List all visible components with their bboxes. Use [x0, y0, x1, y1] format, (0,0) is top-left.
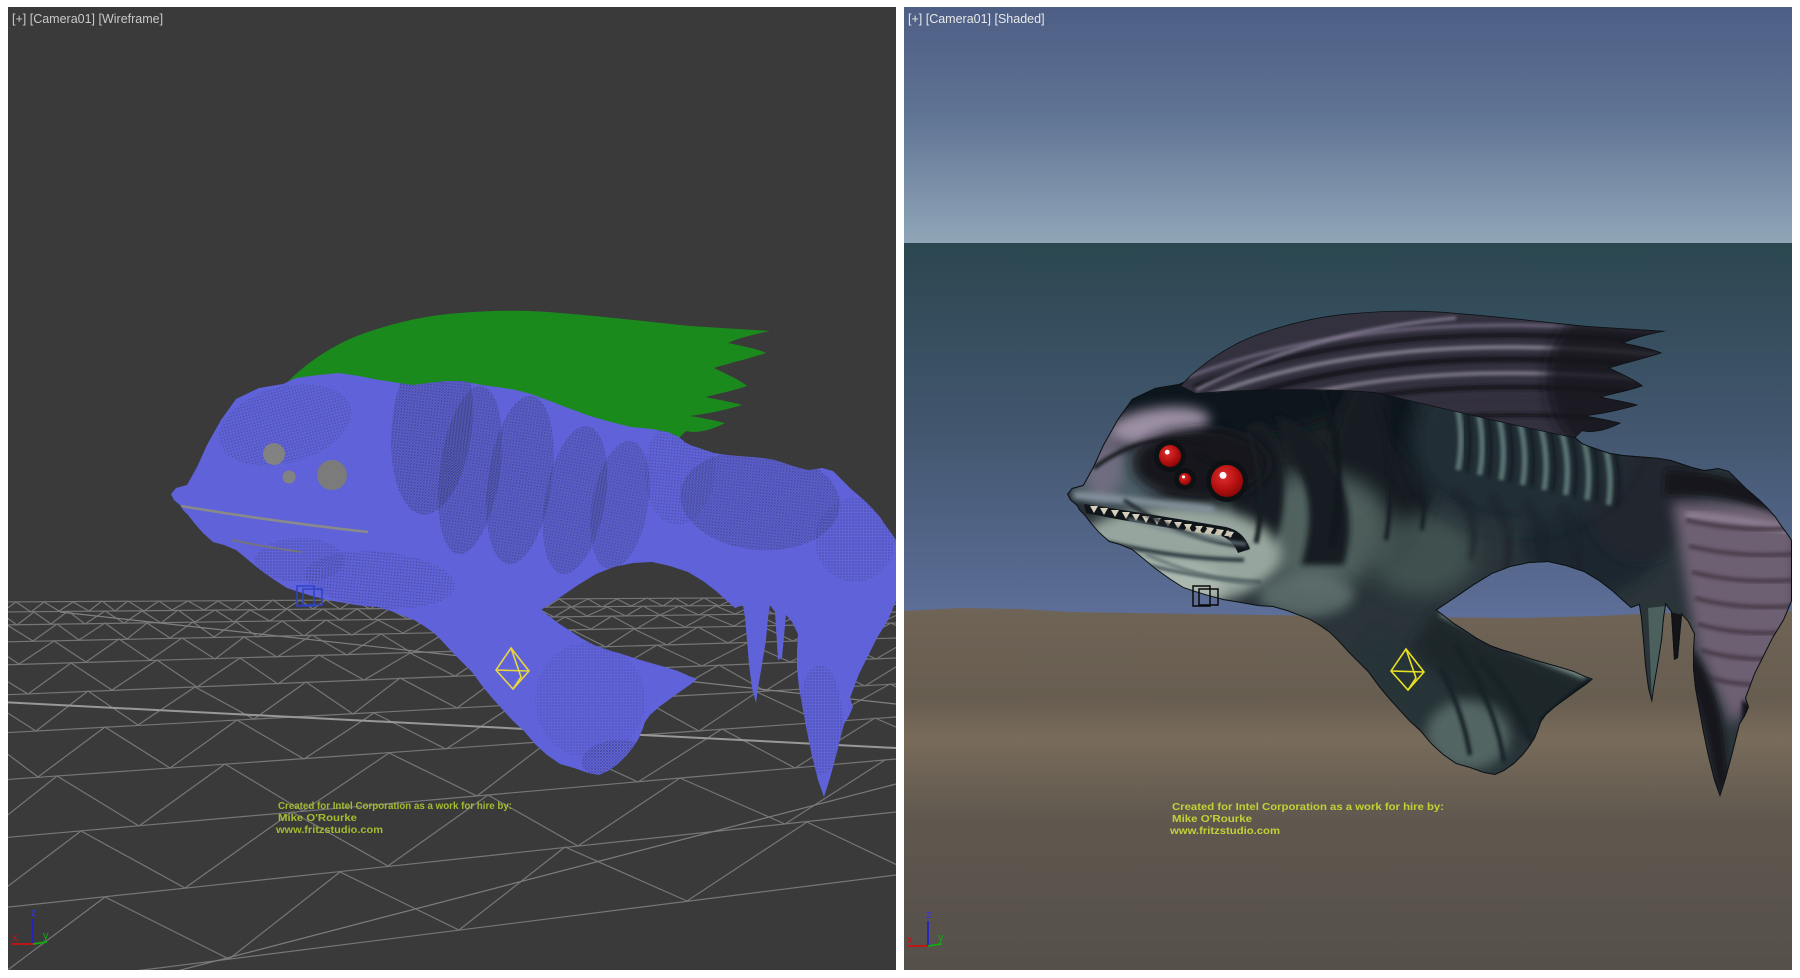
- svg-text:x: x: [12, 932, 18, 944]
- svg-text:[+] [Camera01] [Shaded]: [+] [Camera01] [Shaded]: [908, 12, 1045, 26]
- svg-text:z: z: [31, 907, 37, 919]
- svg-text:z: z: [926, 909, 932, 921]
- svg-text:www.fritzstudio.com: www.fritzstudio.com: [275, 825, 383, 836]
- svg-text:[+] [Camera01] [Wireframe]: [+] [Camera01] [Wireframe]: [12, 12, 163, 26]
- svg-text:www.fritzstudio.com: www.fritzstudio.com: [1169, 826, 1280, 837]
- svg-text:y: y: [938, 932, 944, 944]
- svg-text:y: y: [43, 930, 49, 942]
- svg-text:x: x: [907, 934, 913, 946]
- svg-text:Created for Intel Corporation: Created for Intel Corporation as a work …: [278, 801, 512, 812]
- svg-text:Mike O'Rourke: Mike O'Rourke: [278, 813, 357, 824]
- svg-text:Mike O'Rourke: Mike O'Rourke: [1172, 814, 1252, 825]
- svg-text:Created for Intel Corporation: Created for Intel Corporation as a work …: [1172, 802, 1444, 813]
